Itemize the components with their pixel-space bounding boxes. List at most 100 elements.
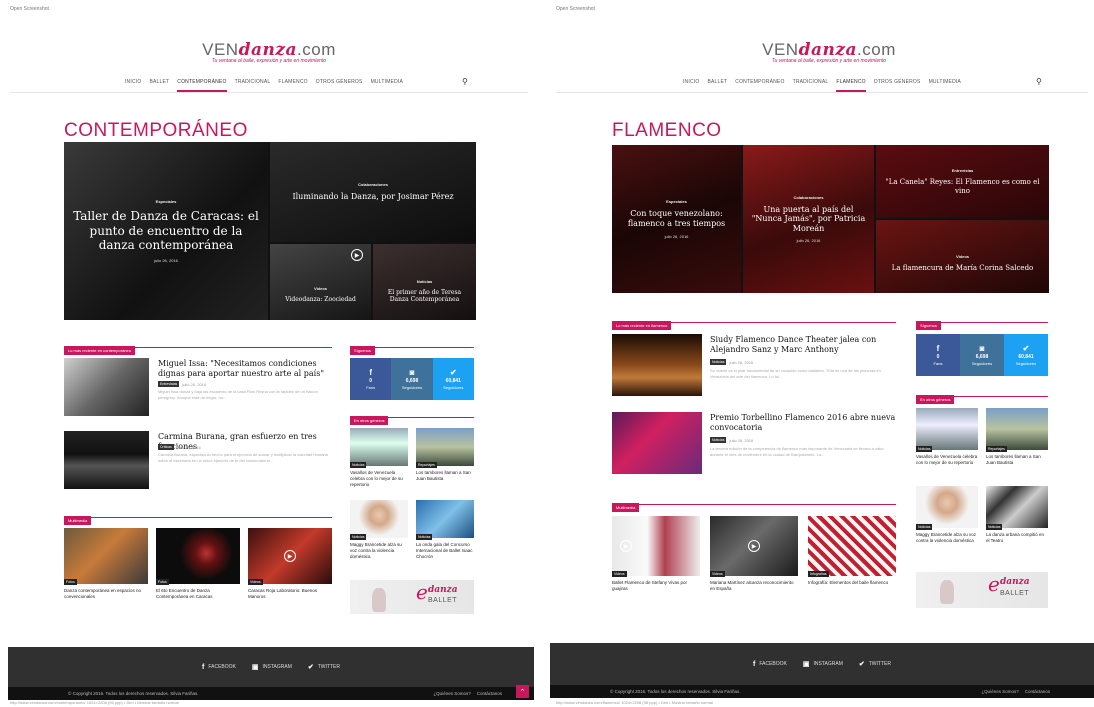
nav-divider: [10, 92, 528, 93]
search-icon[interactable]: ⚲: [462, 77, 468, 86]
others-caption: Vasallos de Venezuela celebra con lo mej…: [350, 470, 403, 487]
dancer-graphic: [372, 588, 386, 612]
search-icon[interactable]: ⚲: [1036, 77, 1042, 86]
nav-contemporaneo[interactable]: CONTEMPORÁNEO: [735, 76, 784, 92]
footer-twitter-link[interactable]: ✔ TWITTER: [859, 660, 891, 668]
play-icon[interactable]: ▶: [620, 540, 632, 552]
others-item[interactable]: Noticias Vasallos de Venezuela celebra c…: [350, 428, 408, 498]
copyright: © Copyright 2016. Todos los derechos res…: [610, 689, 741, 694]
article-image[interactable]: [612, 412, 702, 474]
social-count: 60,841: [1018, 354, 1034, 361]
footer-facebook-link[interactable]: f FACEBOOK: [202, 664, 236, 671]
hero-tile-4[interactable]: Noticias El primer año de Teresa Danza C…: [373, 244, 476, 320]
footer-links: ¿Quiénes Somos? Contáctanos: [433, 691, 502, 696]
footer-instagram-link[interactable]: ▣ INSTAGRAM: [803, 660, 843, 668]
nav-ballet[interactable]: BALLET: [149, 76, 169, 92]
hero-title: Taller de Danza de Caracas: el punto de …: [73, 209, 259, 253]
multimedia-item[interactable]: ▶ Videos Caracas Roja Laboratorio: Bueno…: [248, 528, 332, 608]
multimedia-image: [808, 516, 896, 576]
nav-inicio[interactable]: INICIO: [683, 76, 699, 92]
others-item[interactable]: Noticias La onda gala del Concurso Inter…: [416, 500, 474, 570]
social-count: 6,698: [405, 378, 419, 385]
twitter-counter[interactable]: ✔ 60,841 Seguidores: [432, 358, 474, 400]
site-logo[interactable]: VENdanza.com: [4, 40, 534, 60]
article-title[interactable]: Premio Torbellino Flamenco 2016 abre nue…: [710, 413, 896, 433]
back-to-top-button[interactable]: ⌃: [516, 685, 529, 698]
others-item[interactable]: Reportajes Los tambores llaman a San Jua…: [416, 428, 474, 498]
hero-main-tile[interactable]: Especiales Taller de Danza de Caracas: e…: [64, 142, 268, 320]
multimedia-item[interactable]: ▶ Videos Mariana Martínez alcanza recono…: [710, 516, 798, 600]
section-label: Multimedia: [64, 516, 92, 525]
nav-contemporaneo[interactable]: CONTEMPORÁNEO: [177, 76, 227, 92]
hero-tile-2[interactable]: Colaboraciones Iluminando la Danza, por …: [270, 142, 476, 242]
others-image: [986, 486, 1048, 528]
article-category[interactable]: Entrevistas: [158, 381, 180, 387]
hero-date: julio 26, 2016: [664, 233, 689, 239]
nav-otros-generos[interactable]: OTROS GÉNEROS: [316, 76, 363, 92]
article-image[interactable]: [64, 358, 149, 416]
article-meta: Noticias julio 26, 2016: [710, 359, 753, 365]
others-item[interactable]: Noticias Maggy Brancetide alza su voz co…: [350, 500, 408, 570]
article-category[interactable]: Noticias: [710, 437, 727, 443]
article-image[interactable]: [612, 334, 702, 396]
footer-twitter-link[interactable]: ✔ TWITTER: [308, 663, 340, 671]
nav-inicio[interactable]: INICIO: [125, 76, 141, 92]
contact-link[interactable]: Contáctanos: [1025, 689, 1050, 694]
play-icon[interactable]: ▶: [284, 550, 296, 562]
others-item[interactable]: Reportajes Los tambores llaman a San Jua…: [986, 408, 1048, 480]
play-icon[interactable]: ▶: [748, 540, 760, 552]
hero-tile-3[interactable]: ▶ Videos Videodanza: Zoociedad: [270, 244, 371, 320]
facebook-counter[interactable]: f 0 Fans: [916, 334, 960, 376]
edanza-ballet-ad[interactable]: e danza BALLET: [350, 580, 474, 614]
hero-tag: Videos: [313, 286, 328, 292]
nav-multimedia[interactable]: MULTIMEDIA: [371, 76, 403, 92]
play-icon[interactable]: ▶: [351, 249, 363, 261]
article-category[interactable]: Noticias: [710, 359, 727, 365]
instagram-counter[interactable]: ◙ 6,698 Seguidores: [391, 358, 433, 400]
hero-tile-2[interactable]: Colaboraciones Una puerta al país del "N…: [743, 145, 874, 293]
hero-date: julio 26, 2016: [154, 257, 178, 263]
others-item[interactable]: Noticias La danza urbana compitió en el …: [986, 486, 1048, 558]
nav-tradicional[interactable]: TRADICIONAL: [793, 76, 829, 92]
hero-tile-1[interactable]: Especiales Con toque venezolano: flamenc…: [612, 145, 741, 293]
others-caption: Vasallos de Venezuela celebra con lo mej…: [916, 454, 978, 465]
social-label: Fans: [366, 385, 376, 391]
nav-multimedia[interactable]: MULTIMEDIA: [929, 76, 961, 92]
multimedia-item[interactable]: ▶ Videos Ballet Flamenco de Stefany Viva…: [612, 516, 700, 600]
nav-flamenco[interactable]: FLAMENCO: [836, 76, 866, 92]
site-logo[interactable]: VENdanza.com: [564, 40, 1094, 60]
others-item[interactable]: Noticias Vasallos de Venezuela celebra c…: [916, 408, 978, 480]
footer-link-label: INSTAGRAM: [813, 661, 843, 667]
hero-tile-3[interactable]: Entrevistas "La Canela" Reyes: El Flamen…: [876, 145, 1049, 218]
about-link[interactable]: ¿Quiénes Somos?: [981, 689, 1018, 694]
instagram-counter[interactable]: ◙ 6,698 Seguidores: [960, 334, 1004, 376]
multimedia-item[interactable]: Fotos Danza contemporánea en espacios no…: [64, 528, 148, 608]
multimedia-caption: Danza contemporánea en espacios no conve…: [64, 588, 142, 599]
hero-tile-4[interactable]: Videos La flamencura de María Corina Sal…: [876, 220, 1049, 293]
nav-flamenco[interactable]: FLAMENCO: [278, 76, 307, 92]
multimedia-item[interactable]: Fotos El 6to Encuentro de Danza Contempo…: [156, 528, 240, 608]
article-meta: Noticias julio 26, 2016: [710, 437, 753, 443]
twitter-counter[interactable]: ✔ 60,841 Seguidores: [1004, 334, 1048, 376]
edanza-ballet-ad[interactable]: e danza BALLET: [916, 572, 1048, 608]
multimedia-item[interactable]: Infografías Infografía: Elementos del ba…: [808, 516, 896, 600]
article-excerpt: Carmina Burana, espectáculo hecho para e…: [158, 452, 328, 463]
tagline: Tu ventana al baile, expresión y arte en…: [211, 58, 327, 64]
footer-instagram-link[interactable]: ▣ INSTAGRAM: [252, 663, 292, 671]
article-title[interactable]: Miguel Issa: "Necesitamos condiciones di…: [158, 359, 332, 379]
social-count: 0: [369, 378, 373, 385]
nav-otros-generos[interactable]: OTROS GÉNEROS: [874, 76, 921, 92]
article-category[interactable]: Críticas: [158, 444, 174, 450]
footer-link-label: TWITTER: [868, 661, 891, 667]
article-title[interactable]: Siudy Flamenco Dance Theater jalea con A…: [710, 335, 896, 355]
facebook-counter[interactable]: f 0 Fans: [350, 358, 392, 400]
article-image[interactable]: [64, 431, 149, 489]
about-link[interactable]: ¿Quiénes Somos?: [433, 691, 470, 696]
nav-tradicional[interactable]: TRADICIONAL: [235, 76, 271, 92]
contact-link[interactable]: Contáctanos: [477, 691, 502, 696]
others-category: Noticias: [416, 534, 433, 540]
others-item[interactable]: Noticias Maggy Brancetide alza su voz co…: [916, 486, 978, 558]
section-label: Síguenos: [916, 321, 941, 330]
footer-facebook-link[interactable]: f FACEBOOK: [753, 661, 787, 668]
nav-ballet[interactable]: BALLET: [707, 76, 727, 92]
